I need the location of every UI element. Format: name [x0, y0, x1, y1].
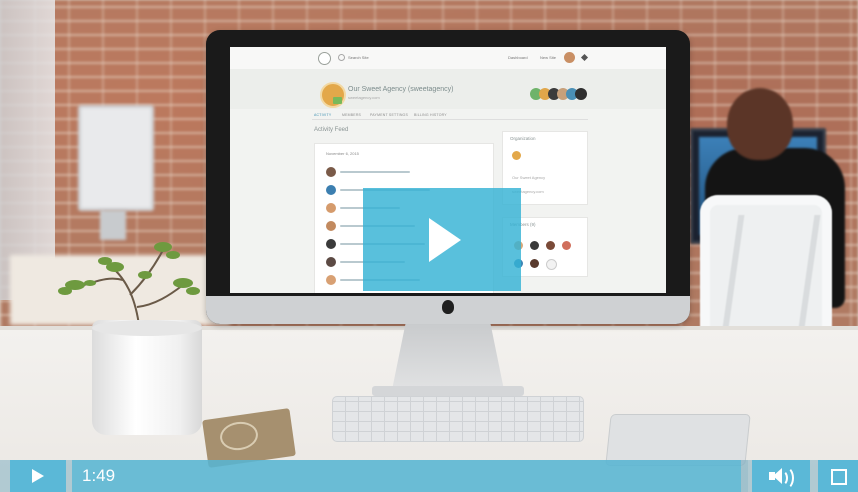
person-head — [727, 88, 793, 160]
site-nav-dashboard: Dashboard — [508, 55, 528, 60]
site-logo-icon — [318, 52, 331, 65]
org-tab-payment-settings: Payment Settings — [370, 113, 409, 117]
plant-pot — [92, 320, 202, 435]
org-avatar — [320, 82, 346, 108]
imac-foot — [372, 386, 524, 396]
play-button[interactable] — [10, 460, 66, 492]
progress-bar[interactable] — [72, 460, 748, 492]
volume-button[interactable] — [752, 460, 810, 492]
play-icon — [429, 218, 461, 262]
background-monitor-left — [78, 105, 154, 211]
video-player[interactable]: Dashboard New Site Our Sweet Agency (swe… — [0, 0, 858, 492]
site-nav-new-site: New Site — [540, 55, 557, 60]
current-time: 1:49 — [82, 466, 116, 485]
trackpad — [605, 414, 751, 466]
verified-badge-icon — [333, 97, 342, 104]
speaker-icon — [752, 460, 810, 492]
big-play-button[interactable] — [363, 188, 521, 291]
site-search-input — [348, 53, 408, 62]
keyboard — [332, 396, 584, 442]
plant-branches — [58, 242, 200, 334]
org-tab-billing-history: Billing History — [414, 113, 447, 117]
fullscreen-icon — [818, 460, 858, 492]
member-avatar — [562, 241, 571, 250]
organization-card-title: Organization — [510, 136, 536, 141]
member-avatar — [575, 88, 587, 100]
search-icon — [338, 54, 345, 61]
tabs-divider — [312, 119, 588, 120]
org-tab-members: Members — [342, 113, 362, 117]
member-avatar — [546, 241, 555, 250]
side-org-name: Our Sweet Agency — [512, 175, 546, 180]
fullscreen-button[interactable] — [818, 460, 858, 492]
add-member-icon — [546, 259, 557, 270]
org-tab-activity: Activity — [314, 113, 332, 117]
imac-stand — [392, 324, 504, 390]
member-avatar — [530, 241, 539, 250]
feed-item — [326, 167, 476, 179]
site-topbar — [230, 47, 666, 70]
play-icon — [32, 469, 44, 483]
member-avatar — [530, 259, 539, 268]
user-avatar — [564, 52, 575, 63]
org-icon — [512, 151, 521, 160]
org-url: sweetagency.com — [348, 95, 380, 100]
activity-feed-title: Activity Feed — [314, 127, 349, 133]
apple-logo-icon — [442, 300, 454, 314]
feed-date: November 6, 2015 — [326, 151, 359, 156]
org-name: Our Sweet Agency (sweetagency) — [348, 86, 454, 93]
